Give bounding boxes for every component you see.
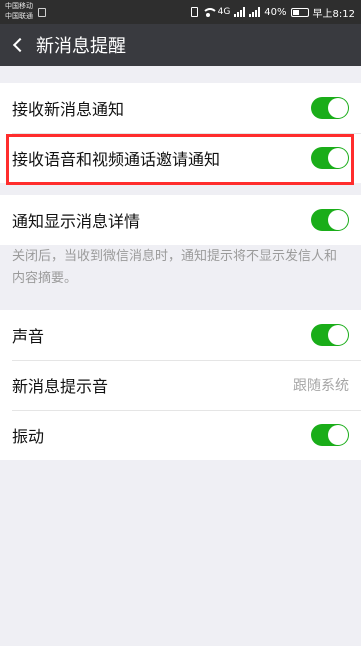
toggle-knob <box>328 425 348 445</box>
carrier-2-label: 中国联通 <box>5 12 33 20</box>
signal-icon-2 <box>249 7 261 17</box>
signal-icon <box>234 7 246 17</box>
vibrate-icon <box>190 7 198 17</box>
toggle-switch[interactable] <box>311 324 349 346</box>
setting-row-call-invite[interactable]: 接收语音和视频通话邀请通知 <box>0 133 361 183</box>
toggle-knob <box>328 148 348 168</box>
setting-row-show-details[interactable]: 通知显示消息详情 <box>0 195 361 245</box>
setting-label: 接收语音和视频通话邀请通知 <box>12 150 221 169</box>
details-hint: 关闭后，当收到微信消息时，通知提示将不显示发信人和内容摘要。 <box>12 249 338 286</box>
toggle-switch[interactable] <box>311 147 349 169</box>
toggle-knob <box>328 325 348 345</box>
setting-row-sound[interactable]: 声音 <box>0 310 361 360</box>
settings-group-sound: 声音 新消息提示音 跟随系统 振动 <box>0 310 361 460</box>
setting-label: 振动 <box>12 427 45 446</box>
toggle-switch[interactable] <box>311 97 349 119</box>
setting-label: 通知显示消息详情 <box>12 212 141 231</box>
carrier-1-label: 中国移动 <box>5 2 33 10</box>
page-title: 新消息提醒 <box>36 36 126 57</box>
battery-icon <box>290 7 309 17</box>
setting-row-ringtone[interactable]: 新消息提示音 跟随系统 <box>0 360 361 410</box>
toggle-knob <box>328 98 348 118</box>
setting-label: 新消息提示音 <box>12 377 109 396</box>
settings-group-notifications: 接收新消息通知 接收语音和视频通话邀请通知 <box>0 83 361 183</box>
setting-label: 声音 <box>12 327 45 346</box>
wifi-icon <box>201 7 218 17</box>
setting-label: 接收新消息通知 <box>12 100 125 119</box>
status-bar: 中国移动 中国联通 4G 40% 早上8:12 <box>0 0 361 24</box>
setting-row-receive-new-message[interactable]: 接收新消息通知 <box>0 83 361 133</box>
battery-percent: 40% <box>264 6 287 18</box>
network-type-label: 4G <box>217 7 231 17</box>
chevron-left-icon <box>12 37 28 53</box>
toggle-switch[interactable] <box>311 209 349 231</box>
setting-row-vibrate[interactable]: 振动 <box>0 410 361 460</box>
toggle-knob <box>328 210 348 230</box>
toggle-switch[interactable] <box>311 424 349 446</box>
carrier-info: 中国移动 中国联通 <box>5 1 33 21</box>
setting-value: 跟随系统 <box>293 378 349 394</box>
notification-icon <box>38 8 46 17</box>
back-button[interactable] <box>0 24 34 66</box>
app-bar: 新消息提醒 <box>0 24 361 66</box>
settings-group-details: 通知显示消息详情 <box>0 195 361 245</box>
status-indicators: 4G 40% 早上8:12 <box>190 0 355 24</box>
clock: 早上8:12 <box>312 8 355 20</box>
